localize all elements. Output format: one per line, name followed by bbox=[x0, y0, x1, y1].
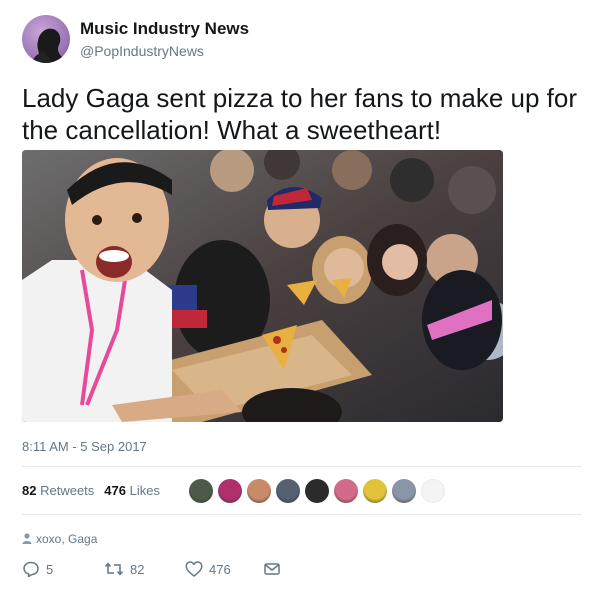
tweet-timestamp[interactable]: 8:11 AM - 5 Sep 2017 bbox=[22, 439, 147, 454]
retweets-count: 82 bbox=[22, 483, 37, 498]
display-name[interactable]: Music Industry News bbox=[80, 19, 249, 39]
retweet-button[interactable]: 82 bbox=[104, 560, 144, 578]
account-handle[interactable]: @PopIndustryNews bbox=[80, 43, 204, 59]
likers-avatars bbox=[189, 479, 450, 503]
liker-avatar[interactable] bbox=[392, 479, 416, 503]
retweet-count: 82 bbox=[130, 561, 145, 577]
liker-avatar[interactable] bbox=[334, 479, 358, 503]
retweets-stat[interactable]: 82 Retweets bbox=[22, 483, 94, 498]
divider bbox=[22, 466, 582, 467]
envelope-icon bbox=[264, 563, 280, 575]
liker-avatar[interactable] bbox=[247, 479, 271, 503]
likes-stat[interactable]: 476 Likes bbox=[104, 483, 160, 498]
direct-message-button[interactable] bbox=[263, 560, 281, 578]
place-line[interactable]: xoxo, Gaga bbox=[22, 532, 97, 546]
likes-count: 476 bbox=[104, 483, 126, 498]
likes-label: Likes bbox=[129, 483, 160, 498]
like-count: 476 bbox=[209, 561, 231, 577]
liker-avatar[interactable] bbox=[218, 479, 242, 503]
like-button[interactable]: 476 bbox=[185, 560, 231, 578]
liker-avatar[interactable] bbox=[363, 479, 387, 503]
person-pin-icon bbox=[22, 533, 32, 544]
reply-count: 5 bbox=[46, 561, 54, 577]
profile-silhouette-icon bbox=[32, 28, 62, 63]
tweet-photo[interactable] bbox=[22, 150, 503, 422]
liker-avatar[interactable] bbox=[276, 479, 300, 503]
reply-button[interactable]: 5 bbox=[22, 560, 53, 578]
liker-avatar[interactable] bbox=[305, 479, 329, 503]
liker-avatar[interactable] bbox=[421, 479, 445, 503]
divider bbox=[22, 514, 582, 515]
place-text: xoxo, Gaga bbox=[36, 532, 98, 546]
engagement-stats: 82 Retweets 476 Likes bbox=[22, 483, 160, 498]
liker-avatar[interactable] bbox=[189, 479, 213, 503]
heart-icon bbox=[185, 561, 203, 577]
retweets-label: Retweets bbox=[40, 483, 95, 498]
retweet-icon bbox=[104, 562, 124, 576]
tweet-text: Lady Gaga sent pizza to her fans to make… bbox=[22, 83, 577, 145]
avatar[interactable] bbox=[22, 15, 70, 63]
reply-icon bbox=[23, 561, 39, 578]
crowd-photo-image bbox=[22, 150, 503, 422]
